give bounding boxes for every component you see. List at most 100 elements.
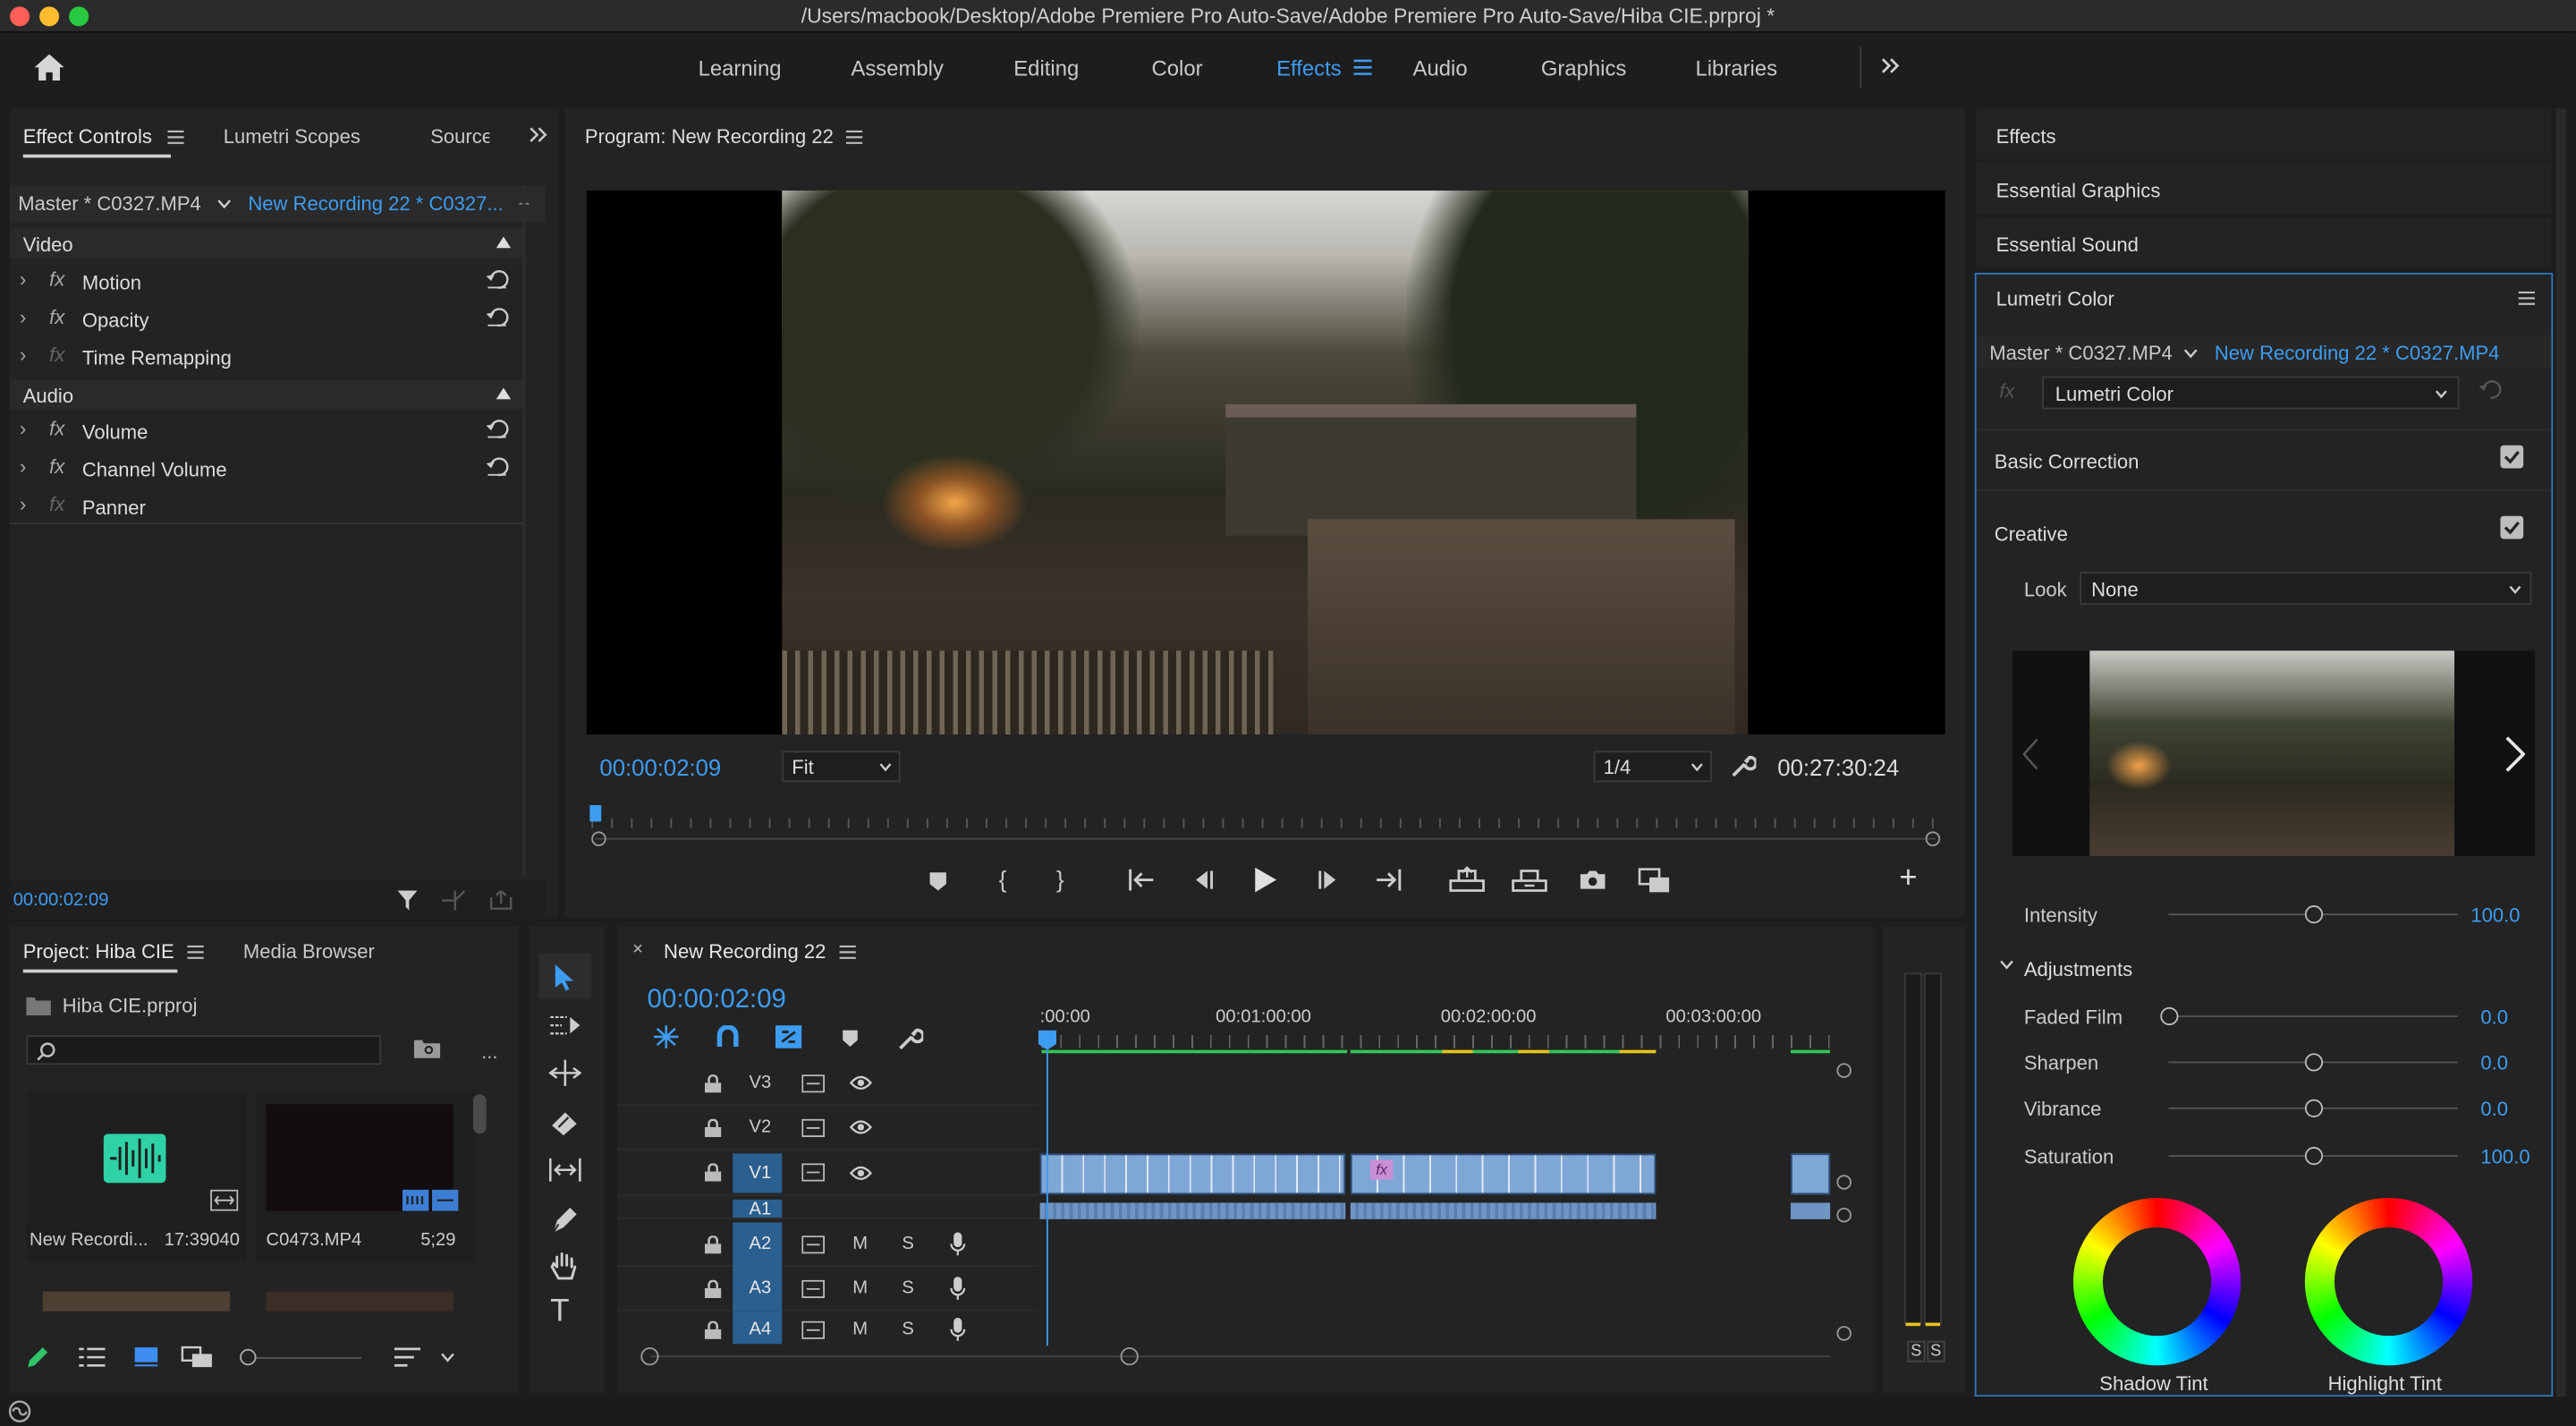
reset-icon[interactable] — [486, 419, 510, 438]
expand-arrow-icon[interactable]: › — [20, 493, 26, 516]
timeline-ruler-ticks[interactable] — [1041, 1035, 1831, 1048]
intensity-slider[interactable] — [2168, 905, 2458, 924]
workspace-editing[interactable]: Editing — [1013, 55, 1079, 81]
workspace-learning[interactable]: Learning — [699, 55, 782, 81]
timeline-settings-wrench-icon[interactable] — [897, 1025, 924, 1051]
slider-value[interactable]: 0.0 — [2480, 1051, 2508, 1074]
extract-icon[interactable] — [1512, 866, 1547, 892]
essential-sound-title[interactable]: Essential Sound — [1996, 233, 2139, 257]
solo-button[interactable]: S — [902, 1278, 913, 1298]
lock-icon[interactable] — [704, 1074, 722, 1093]
project-scrollbar[interactable] — [472, 1094, 487, 1134]
a1-clip-group-1[interactable] — [1039, 1202, 1346, 1219]
thumbnail-size-slider[interactable] — [246, 1357, 362, 1359]
effect-row-motion[interactable]: › fx Motion — [10, 267, 522, 301]
icon-view-icon[interactable] — [134, 1345, 158, 1367]
lock-icon[interactable] — [704, 1320, 722, 1339]
essential-sound-panel-header[interactable]: Essential Sound — [1976, 216, 2552, 268]
creative-label[interactable]: Creative — [1995, 522, 2068, 546]
slider-track[interactable] — [2168, 1099, 2458, 1117]
track-label[interactable]: A1 — [750, 1200, 772, 1218]
adjustments-label[interactable]: Adjustments — [2024, 958, 2132, 981]
eye-icon[interactable] — [849, 1119, 873, 1135]
workspace-menu-icon[interactable] — [1353, 59, 1372, 75]
slip-tool-icon[interactable] — [548, 1157, 581, 1183]
project-search-input[interactable] — [26, 1035, 382, 1065]
play-icon[interactable] — [1253, 867, 1277, 893]
play-audio-icon[interactable] — [442, 890, 465, 911]
program-zoom-bar[interactable] — [594, 837, 1936, 840]
slider-knob[interactable] — [2303, 1099, 2323, 1117]
program-timecode[interactable]: 00:00:02:09 — [599, 754, 721, 780]
solo-right-button[interactable]: S — [1927, 1340, 1945, 1362]
track-scroll-handle-bottom[interactable] — [1836, 1326, 1852, 1341]
track-scroll-handle-mid[interactable] — [1836, 1175, 1852, 1190]
solo-button[interactable]: S — [902, 1234, 913, 1253]
slider-value[interactable]: 100.0 — [2480, 1145, 2529, 1168]
go-to-in-icon[interactable] — [1129, 869, 1155, 891]
timeline-zoom-scrollbar[interactable] — [650, 1355, 1831, 1358]
slider-knob[interactable] — [2159, 1006, 2178, 1026]
lumetri-title[interactable]: Lumetri Color — [1996, 287, 2114, 310]
tab-lumetri-scopes[interactable]: Lumetri Scopes — [224, 125, 360, 149]
previous-look-icon[interactable] — [2022, 738, 2038, 771]
reset-icon[interactable] — [486, 457, 510, 477]
razor-tool-icon[interactable] — [550, 1109, 580, 1136]
expand-arrow-icon[interactable]: › — [20, 306, 26, 329]
tab-project[interactable]: Project: Hiba CIE — [23, 940, 174, 963]
sync-lock-icon[interactable] — [801, 1163, 826, 1182]
track-label[interactable]: A2 — [750, 1234, 772, 1253]
lumetri-effect-dropdown[interactable]: Lumetri Color — [2042, 376, 2460, 410]
workspace-color[interactable]: Color — [1152, 55, 1203, 81]
lumetri-clip-label[interactable]: New Recording 22 * C0327.MP4 — [2215, 342, 2500, 365]
resolution-dropdown[interactable]: 1/4 — [1593, 751, 1712, 783]
track-label[interactable]: V2 — [750, 1117, 772, 1137]
tab-effect-controls[interactable]: Effect Controls — [23, 125, 152, 149]
basic-correction-checkbox[interactable] — [2500, 445, 2524, 469]
sequence-tab[interactable]: New Recording 22 — [664, 940, 826, 963]
basic-correction-label[interactable]: Basic Correction — [1995, 450, 2140, 473]
effects-panel-title[interactable]: Effects — [1996, 125, 2056, 149]
eye-icon[interactable] — [849, 1074, 873, 1091]
hand-tool-icon[interactable] — [550, 1252, 578, 1282]
effects-panel-header[interactable]: Effects — [1976, 108, 2552, 160]
microphone-icon[interactable] — [950, 1232, 966, 1258]
type-tool-icon[interactable]: T — [550, 1294, 569, 1330]
export-icon[interactable] — [489, 890, 513, 910]
essential-graphics-title[interactable]: Essential Graphics — [1996, 179, 2161, 202]
panel-menu-icon[interactable] — [2518, 291, 2536, 306]
panel-menu-icon[interactable] — [839, 945, 856, 960]
sequence-clip-label[interactable]: New Recording 22 * C0327... — [248, 192, 503, 216]
playhead-marker[interactable] — [589, 804, 602, 822]
intensity-slider-knob[interactable] — [2303, 905, 2323, 924]
reset-icon[interactable] — [486, 269, 510, 289]
expand-arrow-icon[interactable]: › — [20, 418, 26, 441]
mute-button[interactable]: M — [852, 1278, 868, 1298]
project-item-partial-2[interactable] — [266, 1291, 453, 1311]
master-clip-label[interactable]: Master * C0327.MP4 — [18, 192, 201, 216]
wrench-icon[interactable] — [1730, 752, 1757, 778]
step-forward-icon[interactable] — [1318, 870, 1341, 891]
ripple-edit-tool-icon[interactable] — [548, 1059, 582, 1087]
expand-arrow-icon[interactable]: › — [20, 344, 26, 367]
effect-row-panner[interactable]: › fx Panner — [10, 491, 522, 526]
camera-icon[interactable] — [1579, 870, 1606, 891]
a1-clip-group-2[interactable] — [1350, 1202, 1657, 1219]
highlight-tint-wheel[interactable] — [2304, 1197, 2473, 1366]
zoom-handle-left[interactable] — [591, 831, 606, 846]
program-video-frame[interactable] — [586, 191, 1945, 735]
mark-in-icon[interactable]: { — [999, 866, 1007, 892]
creative-cloud-icon[interactable] — [6, 1400, 32, 1423]
sync-lock-icon[interactable] — [801, 1235, 826, 1254]
panel-menu-icon[interactable] — [167, 130, 184, 145]
sync-lock-icon[interactable] — [801, 1279, 826, 1298]
track-scroll-handle-a[interactable] — [1836, 1207, 1852, 1223]
track-scroll-handle-top[interactable] — [1836, 1063, 1852, 1078]
lock-icon[interactable] — [704, 1163, 722, 1182]
mute-button[interactable]: M — [852, 1320, 868, 1339]
add-button-icon[interactable]: + — [1899, 861, 1917, 896]
track-label[interactable]: A4 — [750, 1320, 772, 1339]
program-monitor-title[interactable]: Program: New Recording 22 — [585, 125, 834, 149]
solo-button[interactable]: S — [902, 1320, 913, 1339]
look-preview[interactable] — [2012, 650, 2536, 856]
